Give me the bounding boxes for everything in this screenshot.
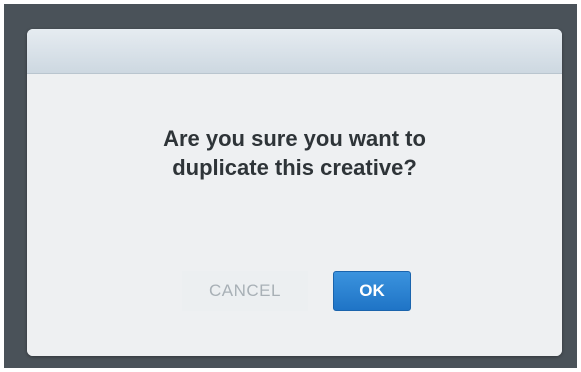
- cancel-button[interactable]: CANCEL: [182, 271, 308, 311]
- modal-backdrop: Are you sure you want to duplicate this …: [4, 4, 577, 368]
- dialog-message-line-1: Are you sure you want to: [163, 126, 426, 151]
- dialog-body: Are you sure you want to duplicate this …: [27, 74, 562, 356]
- dialog-header: [27, 29, 562, 74]
- confirmation-dialog: Are you sure you want to duplicate this …: [27, 29, 562, 356]
- ok-button[interactable]: OK: [333, 271, 411, 311]
- dialog-message: Are you sure you want to duplicate this …: [27, 124, 562, 182]
- dialog-message-line-2: duplicate this creative?: [172, 155, 417, 180]
